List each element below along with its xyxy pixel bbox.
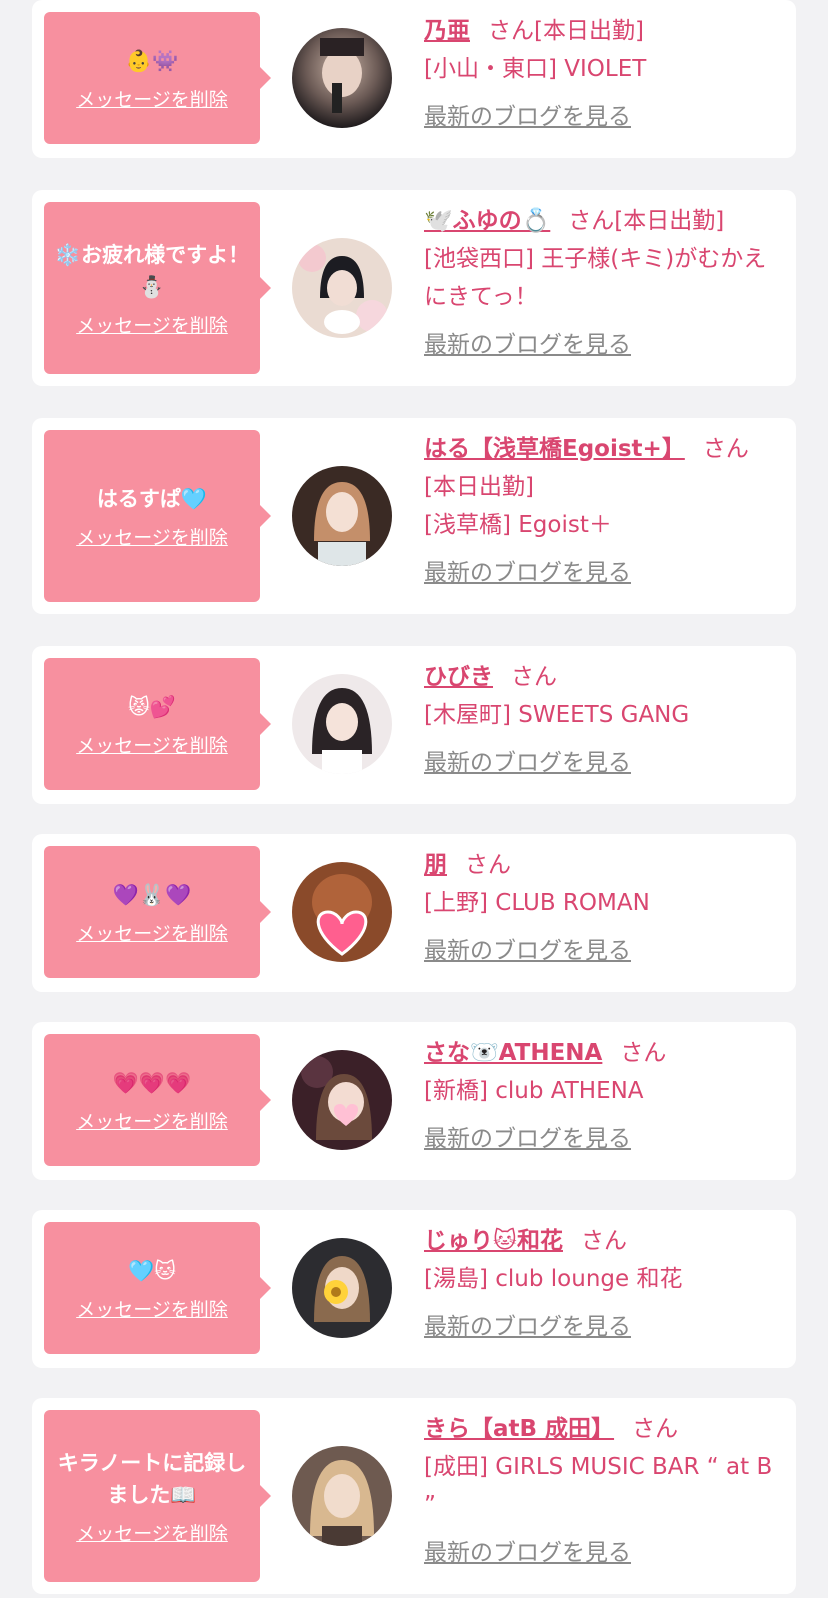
message-bubble: 🩵🐱 メッセージを削除: [44, 1222, 271, 1354]
cast-info: じゅり🐱和花 さん [湯島] club lounge 和花 最新のブログを見る: [424, 1222, 779, 1346]
avatar[interactable]: [292, 1050, 392, 1150]
message-bubble: はるすぱ🩵 メッセージを削除: [44, 430, 271, 602]
cast-name-link[interactable]: さな🐻‍❄️ATHENA: [424, 1040, 602, 1066]
latest-blog-link[interactable]: 最新のブログを見る: [424, 1308, 631, 1346]
message-card: 💜🐰💜 メッセージを削除 朋さん [上野] CLUB ROMAN 最新のブログを…: [32, 834, 796, 992]
message-bubble: 👶👾 メッセージを削除: [44, 12, 271, 144]
message-text: 🩵🐱: [127, 1258, 177, 1283]
message-text: はるすぱ🩵: [96, 486, 208, 511]
honorific: さん: [568, 208, 615, 234]
message-text: 👶👾: [125, 48, 179, 73]
delete-message-button[interactable]: メッセージを削除: [76, 1107, 228, 1134]
latest-blog-link[interactable]: 最新のブログを見る: [424, 1120, 631, 1158]
cast-name-link[interactable]: 乃亜: [424, 18, 470, 44]
latest-blog-link[interactable]: 最新のブログを見る: [424, 932, 631, 970]
latest-blog-link[interactable]: 最新のブログを見る: [424, 98, 631, 136]
message-text: ❄️お疲れ様ですよ！⛄: [54, 242, 250, 299]
shop-name: [浅草橋] Egoist＋: [424, 512, 612, 538]
shop-name: [木屋町] SWEETS GANG: [424, 702, 690, 728]
honorific: さん: [511, 664, 557, 690]
latest-blog-link[interactable]: 最新のブログを見る: [424, 1534, 631, 1572]
avatar[interactable]: [292, 28, 392, 128]
delete-message-button[interactable]: メッセージを削除: [76, 731, 228, 758]
message-bubble: ❄️お疲れ様ですよ！⛄ メッセージを削除: [44, 202, 271, 374]
message-card: はるすぱ🩵 メッセージを削除 はる【浅草橋Egoist+】 さん [本日出勤] […: [32, 418, 796, 614]
avatar[interactable]: [292, 674, 392, 774]
avatar[interactable]: [292, 1446, 392, 1546]
message-bubble: 💜🐰💜 メッセージを削除: [44, 846, 271, 978]
work-status: [本日出勤]: [424, 474, 534, 500]
message-text: キラノートに記録しました📖: [57, 1450, 247, 1507]
message-card: ❄️お疲れ様ですよ！⛄ メッセージを削除 🕊️ふゆの💍 さん[本日出勤] [池袋西…: [32, 190, 796, 386]
cast-name-link[interactable]: きら【atB 成田】: [424, 1416, 614, 1442]
shop-name: [小山・東口] VIOLET: [424, 56, 647, 82]
cast-info: きら【atB 成田】 さん [成田] GIRLS MUSIC BAR “ at B…: [424, 1410, 779, 1572]
message-card: 👶👾 メッセージを削除 乃亜 さん[本日出勤] [小山・東口] VIOLET 最新…: [32, 0, 796, 158]
shop-name: [新橋] club ATHENA: [424, 1078, 644, 1104]
cast-info: はる【浅草橋Egoist+】 さん [本日出勤] [浅草橋] Egoist＋ 最新…: [424, 430, 779, 592]
delete-message-button[interactable]: メッセージを削除: [76, 919, 228, 946]
cast-name-link[interactable]: はる【浅草橋Egoist+】: [424, 436, 685, 462]
cast-info: 🕊️ふゆの💍 さん[本日出勤] [池袋西口] 王子様(キミ)がむかえにきてっ！ 最…: [424, 202, 779, 364]
cast-info: ひびき さん [木屋町] SWEETS GANG 最新のブログを見る: [424, 658, 779, 782]
cast-info: 乃亜 さん[本日出勤] [小山・東口] VIOLET 最新のブログを見る: [424, 12, 779, 136]
message-text: 😾💕: [127, 694, 177, 719]
message-card: 💗💗💗 メッセージを削除 さな🐻‍❄️ATHENA さん [新橋] club AT…: [32, 1022, 796, 1180]
honorific: さん: [620, 1040, 667, 1066]
latest-blog-link[interactable]: 最新のブログを見る: [424, 326, 631, 364]
avatar[interactable]: [292, 238, 392, 338]
delete-message-button[interactable]: メッセージを削除: [76, 523, 228, 550]
latest-blog-link[interactable]: 最新のブログを見る: [424, 554, 631, 592]
shop-name: [湯島] club lounge 和花: [424, 1266, 683, 1292]
delete-message-button[interactable]: メッセージを削除: [76, 85, 228, 112]
shop-name: [上野] CLUB ROMAN: [424, 890, 650, 916]
cast-info: 朋さん [上野] CLUB ROMAN 最新のブログを見る: [424, 846, 779, 970]
cast-name-link[interactable]: 朋: [424, 852, 447, 878]
cast-name-link[interactable]: じゅり🐱和花: [424, 1228, 563, 1254]
cast-name-link[interactable]: ひびき: [424, 664, 493, 690]
shop-name: [池袋西口] 王子様(キミ)がむかえにきてっ！: [424, 246, 767, 310]
honorific: さん: [465, 852, 511, 878]
honorific: さん: [632, 1416, 679, 1442]
cast-info: さな🐻‍❄️ATHENA さん [新橋] club ATHENA 最新のブログを見…: [424, 1034, 779, 1158]
message-bubble: 😾💕 メッセージを削除: [44, 658, 271, 790]
honorific: さん: [488, 18, 534, 44]
message-text: 💗💗💗: [112, 1070, 192, 1095]
honorific: さん: [580, 1228, 627, 1254]
delete-message-button[interactable]: メッセージを削除: [76, 1519, 228, 1546]
message-bubble: 💗💗💗 メッセージを削除: [44, 1034, 271, 1166]
avatar[interactable]: [292, 862, 392, 962]
work-status: [本日出勤]: [614, 208, 725, 234]
avatar[interactable]: [292, 466, 392, 566]
message-text: 💜🐰💜: [112, 882, 192, 907]
message-card: 😾💕 メッセージを削除 ひびき さん [木屋町] SWEETS GANG 最新のブ…: [32, 646, 796, 804]
avatar[interactable]: [292, 1238, 392, 1338]
message-card: 🩵🐱 メッセージを削除 じゅり🐱和花 さん [湯島] club lounge 和花…: [32, 1210, 796, 1368]
message-bubble: キラノートに記録しました📖 メッセージを削除: [44, 1410, 271, 1582]
shop-name: [成田] GIRLS MUSIC BAR “ at B ”: [424, 1454, 773, 1518]
delete-message-button[interactable]: メッセージを削除: [76, 1295, 228, 1322]
honorific: さん: [702, 436, 749, 462]
delete-message-button[interactable]: メッセージを削除: [76, 311, 228, 338]
cast-name-link[interactable]: 🕊️ふゆの💍: [424, 208, 550, 234]
work-status: [本日出勤]: [534, 18, 644, 44]
message-list: 👶👾 メッセージを削除 乃亜 さん[本日出勤] [小山・東口] VIOLET 最新…: [0, 0, 828, 1598]
message-card: キラノートに記録しました📖 メッセージを削除 きら【atB 成田】 さん [成田]…: [32, 1398, 796, 1594]
latest-blog-link[interactable]: 最新のブログを見る: [424, 744, 631, 782]
